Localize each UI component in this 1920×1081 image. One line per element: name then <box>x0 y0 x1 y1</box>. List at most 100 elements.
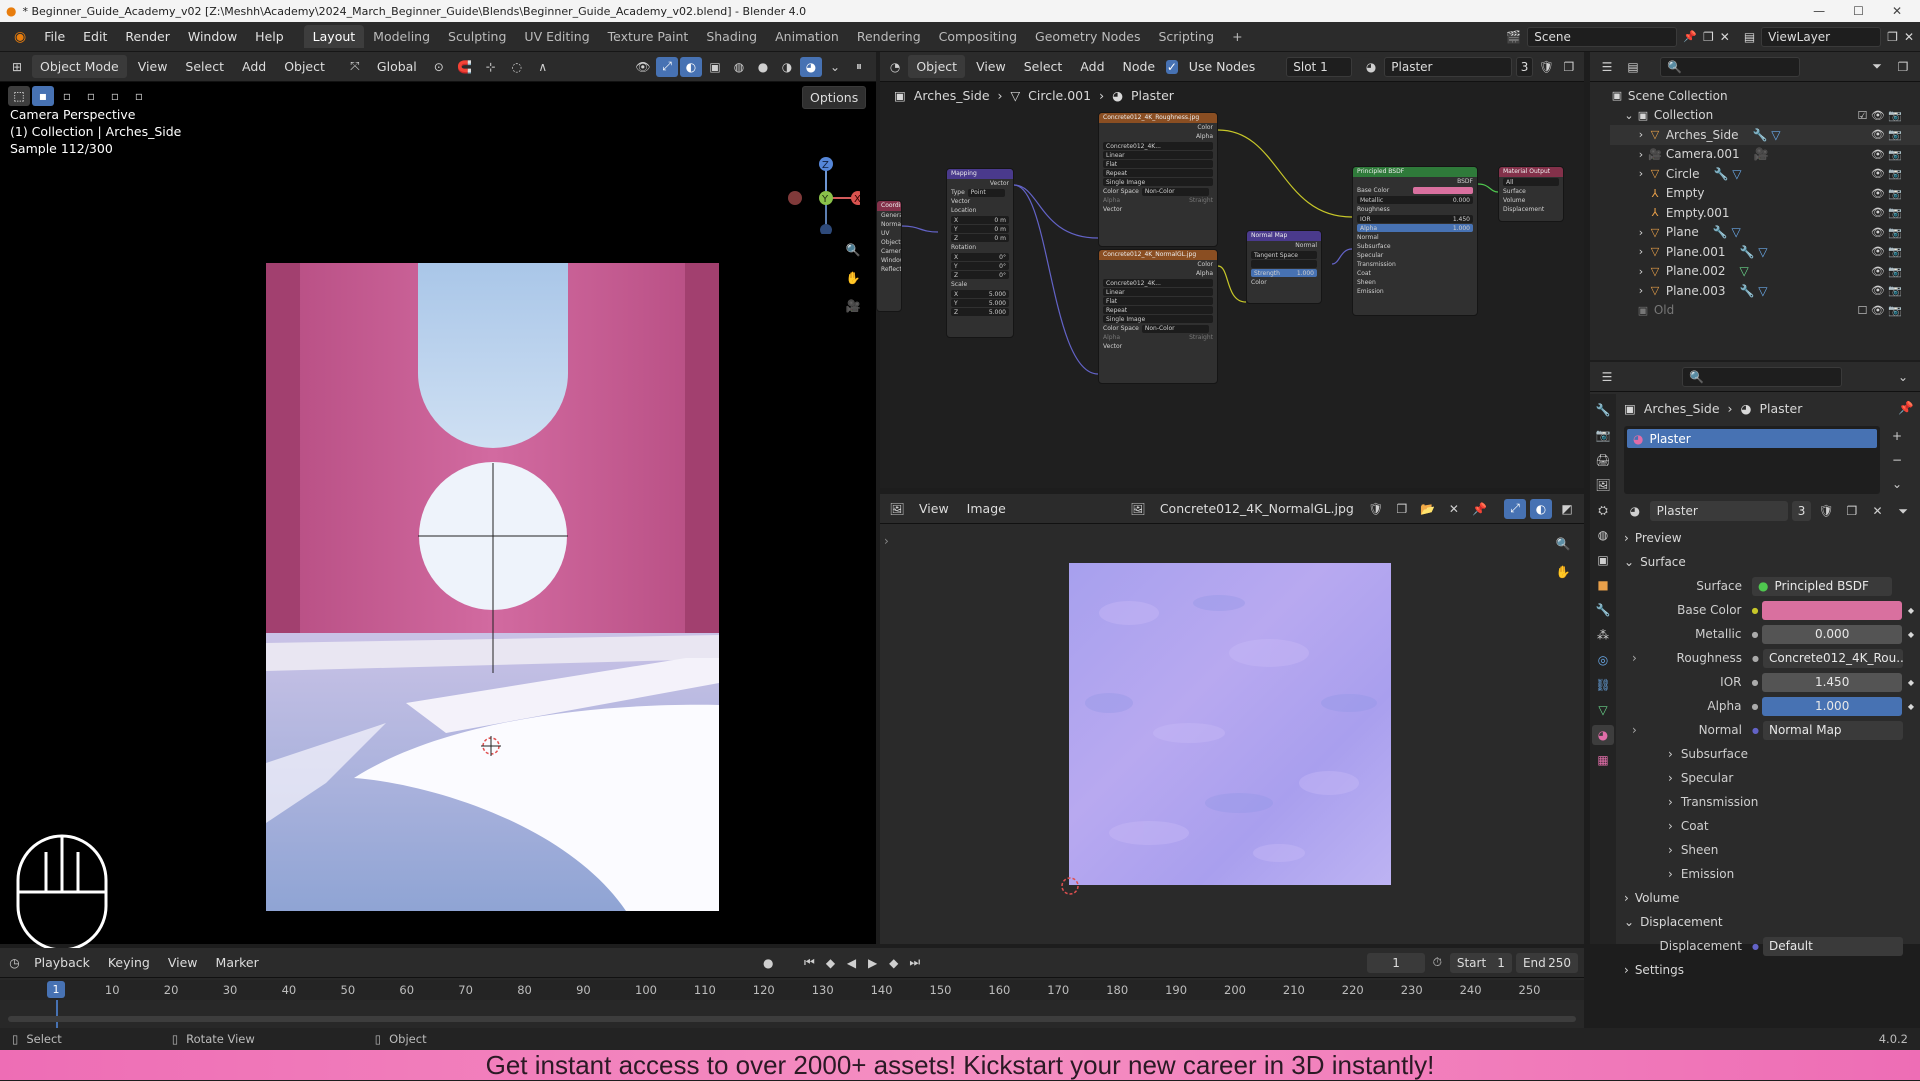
normal-map-uv-field[interactable] <box>1251 260 1317 268</box>
roughness-projection[interactable]: Flat <box>1103 160 1213 168</box>
material-link-icon[interactable]: ⏷ <box>1892 501 1914 521</box>
scene-selector[interactable]: Scene <box>1527 26 1678 47</box>
mapping-rot-x[interactable]: X 0° <box>951 253 1009 261</box>
jump-end-icon[interactable]: ⏭ <box>906 953 923 973</box>
add-workspace-icon[interactable]: + <box>1223 25 1251 48</box>
material-shading-icon[interactable]: ◑ <box>776 57 798 77</box>
timeline-menu-view[interactable]: View <box>161 952 205 973</box>
pin-icon[interactable]: 📌 <box>1683 30 1697 43</box>
menu-help[interactable]: Help <box>247 26 292 47</box>
old-visibility-icons[interactable]: ☐ 👁 📷 <box>1857 304 1902 317</box>
current-frame-field[interactable]: 1 <box>1367 952 1425 973</box>
collection-tab-icon[interactable]: ▣ <box>1592 550 1614 570</box>
editor-type-icon[interactable]: ⊞ <box>6 57 28 77</box>
camera-view-icon[interactable]: 🎥 <box>842 296 864 316</box>
normal-map-image-preview[interactable] <box>1069 563 1391 885</box>
prop-pin-icon[interactable]: 📌 <box>1898 400 1914 416</box>
viewport-menu-select[interactable]: Select <box>178 56 231 77</box>
viewport-menu-view[interactable]: View <box>131 56 175 77</box>
empty-001-visibility-icons[interactable]: 👁 📷 <box>1871 206 1902 219</box>
next-keyframe-icon[interactable]: ◆ <box>885 953 902 973</box>
image-editor[interactable]: 🖼 View Image 🖼 Concrete012_4K_NormalGL.j… <box>880 494 1584 944</box>
scene-tab-icon[interactable]: ⛭ <box>1592 500 1614 520</box>
outliner-item-circle[interactable]: › ▽ Circle 🔧 ▽ 👁 📷 <box>1610 164 1920 184</box>
normal-image-interpolation[interactable]: Linear <box>1103 288 1213 296</box>
section-preview[interactable]: › Preview <box>1624 526 1914 550</box>
bsdf-sub-coat[interactable]: Coat <box>1353 269 1477 278</box>
tab-sculpting[interactable]: Sculpting <box>439 25 515 48</box>
roughness-interpolation[interactable]: Linear <box>1103 151 1213 159</box>
image-overlay-icon[interactable]: ◐ <box>1530 498 1552 519</box>
node-normal-map[interactable]: Normal Map Normal Tangent Space Strength… <box>1246 230 1322 304</box>
image-zoom-icon[interactable]: 🔍 <box>1552 534 1574 554</box>
outliner-item-empty-001[interactable]: ⅄ Empty.001 👁 📷 <box>1610 203 1920 223</box>
playhead-marker[interactable]: 1 <box>47 981 65 998</box>
3d-viewport[interactable]: ⊞ Object Mode View Select Add Object ⤧ G… <box>0 52 876 952</box>
node-mapping[interactable]: Mapping Vector Type Point Vector Location… <box>946 168 1014 338</box>
image-pan-icon[interactable]: ✋ <box>1552 562 1574 582</box>
timeline-scrollbar[interactable] <box>8 1016 1576 1022</box>
image-menu-view[interactable]: View <box>912 498 956 519</box>
tab-texture-paint[interactable]: Texture Paint <box>599 25 698 48</box>
bsdf-ior[interactable]: IOR 1.450 <box>1357 215 1473 223</box>
viewport-menu-object[interactable]: Object <box>277 56 332 77</box>
section-volume[interactable]: › Volume <box>1624 886 1914 910</box>
ior-keyframe-icon[interactable]: ◆ <box>1908 678 1914 687</box>
mapping-scale-z[interactable]: Z 5.000 <box>951 308 1009 316</box>
collection-visibility-icons[interactable]: ☑ 👁 📷 <box>1857 109 1902 122</box>
select-invert-icon[interactable]: ▫ <box>104 86 126 106</box>
prev-keyframe-icon[interactable]: ◆ <box>822 953 839 973</box>
scene-icon[interactable]: 🎬 <box>1506 30 1521 44</box>
outliner-item-plane-002[interactable]: › ▽ Plane.002 ▽ 👁 📷 <box>1610 262 1920 282</box>
wireframe-shading-icon[interactable]: ◍ <box>728 57 750 77</box>
outliner-scene-collection[interactable]: ▣ Scene Collection <box>1610 86 1920 106</box>
mapping-scale-x[interactable]: X 5.000 <box>951 290 1009 298</box>
remove-slot-icon[interactable]: − <box>1886 450 1908 470</box>
subsection-specular[interactable]: › Specular <box>1624 766 1914 790</box>
camera-render-view[interactable] <box>266 263 719 911</box>
roughness-image-file[interactable]: Concrete012_4K... <box>1103 142 1213 150</box>
bsdf-alpha[interactable]: Alpha 1.000 <box>1357 224 1473 232</box>
image-browse-icon[interactable]: 🖼 <box>1127 499 1149 519</box>
displacement-field[interactable]: Default <box>1762 936 1903 956</box>
select-extend-icon[interactable]: ▫ <box>56 86 78 106</box>
start-frame-field[interactable]: Start 1 <box>1449 952 1512 973</box>
transform-orientation-icon[interactable]: ⤧ <box>344 57 366 77</box>
subsection-coat[interactable]: › Coat <box>1624 814 1914 838</box>
outliner[interactable]: ☰ ▤ 🔍 ⏷ ❐ ▣ Scene Collection ⌄ ▣ Collecti… <box>1590 52 1920 360</box>
tab-shading[interactable]: Shading <box>697 25 766 48</box>
image-editor-type-icon[interactable]: 🖼 <box>886 499 908 519</box>
end-frame-field[interactable]: End 250 <box>1515 952 1579 973</box>
empty-visibility-icons[interactable]: 👁 📷 <box>1871 187 1902 200</box>
image-open-icon[interactable]: 📂 <box>1417 499 1439 519</box>
timeline-menu-keying[interactable]: Keying <box>101 952 157 973</box>
subsection-emission[interactable]: › Emission <box>1624 862 1914 886</box>
menu-edit[interactable]: Edit <box>75 26 115 47</box>
timeline[interactable]: ◷ Playback Keying View Marker ● ⏮ ◆ ◀ ▶ … <box>0 948 1584 1028</box>
normal-link-field[interactable]: Normal Map <box>1762 720 1903 740</box>
node-material-output[interactable]: Material Output All Surface Volume Displ… <box>1498 166 1564 222</box>
plane-visibility-icons[interactable]: 👁 📷 <box>1871 226 1902 239</box>
orientation-selector[interactable]: Global <box>370 56 424 77</box>
outliner-search-input[interactable]: 🔍 <box>1660 56 1800 77</box>
slot-specials-icon[interactable]: ⌄ <box>1886 474 1908 494</box>
shading-options-icon[interactable]: ⌄ <box>824 57 846 77</box>
image-fake-user-icon[interactable]: 🛡 <box>1365 499 1387 519</box>
shader-node-editor[interactable]: ◔ Object View Select Add Node ✓ Use Node… <box>876 52 1584 488</box>
world-tab-icon[interactable]: ◍ <box>1592 525 1614 545</box>
physics-tab-icon[interactable]: ◎ <box>1592 650 1614 670</box>
pivot-icon[interactable]: ⊙ <box>428 57 450 77</box>
data-tab-icon[interactable]: ▽ <box>1592 700 1614 720</box>
select-subtract-icon[interactable]: ▫ <box>80 86 102 106</box>
timeline-menu-marker[interactable]: Marker <box>209 952 266 973</box>
section-surface[interactable]: ⌄ Surface <box>1624 550 1914 574</box>
tab-animation[interactable]: Animation <box>766 25 848 48</box>
mapping-rot-y[interactable]: Y 0° <box>951 262 1009 270</box>
image-new-icon[interactable]: ❐ <box>1391 499 1413 519</box>
new-view-layer-icon[interactable]: ❐ <box>1887 30 1898 44</box>
outliner-collection-old[interactable]: ▣ Old ☐ 👁 📷 <box>1610 301 1920 321</box>
image-menu-image[interactable]: Image <box>960 498 1013 519</box>
tab-modeling[interactable]: Modeling <box>364 25 439 48</box>
image-pin-icon[interactable]: 📌 <box>1469 499 1491 519</box>
mapping-type-field[interactable]: Point <box>967 188 1005 197</box>
